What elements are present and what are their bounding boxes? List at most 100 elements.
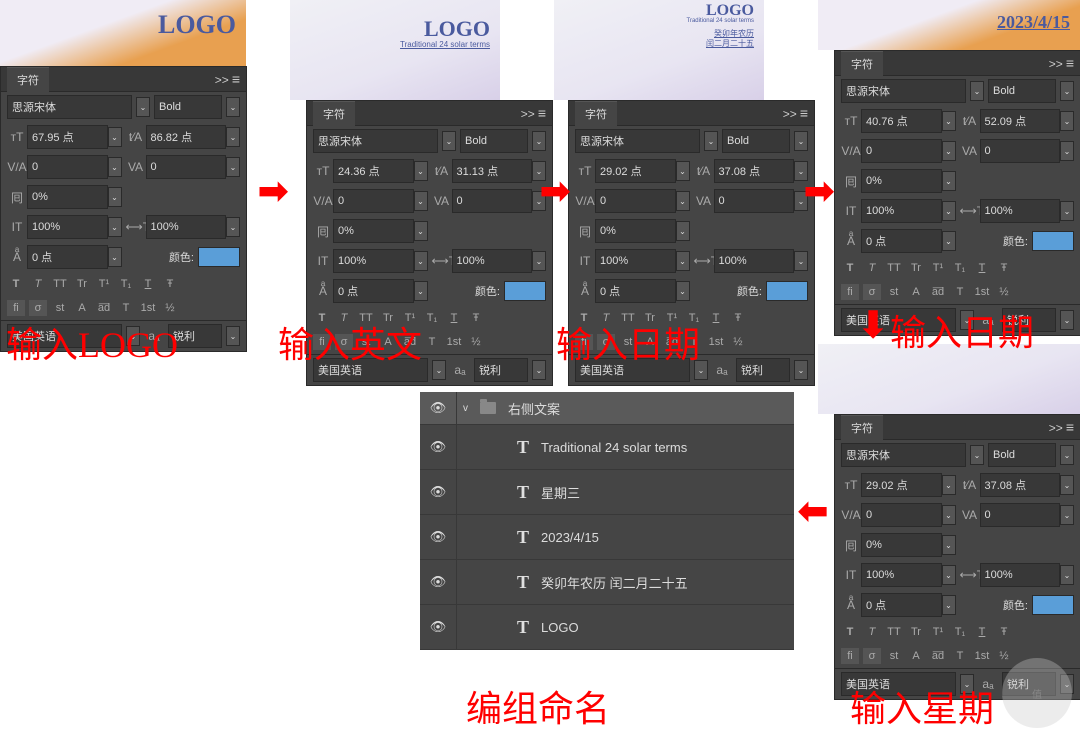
strikethrough-button[interactable]: Ŧ [729,310,747,326]
chevron-down-icon[interactable]: v [463,403,468,414]
alt-button[interactable]: σ [863,284,881,300]
subscript-button[interactable]: T₁ [117,276,135,292]
chevron-down-icon[interactable]: ⌄ [414,191,428,211]
chevron-down-icon[interactable]: ⌄ [532,131,546,151]
menu-icon[interactable]: ≡ [800,105,808,121]
disc-lig-button[interactable]: st [51,300,69,316]
chevron-down-icon[interactable]: ⌄ [108,187,122,207]
chevron-down-icon[interactable]: ⌄ [414,251,428,271]
chevron-down-icon[interactable]: ⌄ [1060,445,1074,465]
chevron-down-icon[interactable]: ⌄ [442,131,456,151]
subscript-button[interactable]: T₁ [951,260,969,276]
baseline-input[interactable]: 0 点 [27,245,108,269]
fraction-button[interactable]: ½ [995,284,1013,300]
chevron-down-icon[interactable]: ⌄ [532,251,546,271]
chevron-down-icon[interactable]: ⌄ [676,251,690,271]
text-color-swatch[interactable] [198,247,240,267]
leading-input[interactable]: 86.82 点 [146,125,227,149]
vertical-scale-input[interactable]: 100% [595,249,676,273]
tsume-input[interactable]: 0% [861,169,942,193]
ordinal-button[interactable]: 1st [973,284,991,300]
collapse-icon[interactable]: >> [1049,421,1063,435]
tracking-input[interactable]: 0 [980,503,1061,527]
font-size-input[interactable]: 29.02 点 [861,473,942,497]
chevron-down-icon[interactable]: ⌄ [1060,111,1074,131]
chevron-down-icon[interactable]: ⌄ [942,565,956,585]
superscript-button[interactable]: T¹ [929,624,947,640]
chevron-down-icon[interactable]: ⌄ [1060,565,1074,585]
chevron-down-icon[interactable]: ⌄ [226,127,240,147]
fraction-button[interactable]: ½ [995,648,1013,664]
horizontal-scale-input[interactable]: 100% [980,563,1061,587]
panel-title[interactable]: 字符 [841,51,883,76]
stylistic-button[interactable]: a͞d [929,284,947,300]
chevron-down-icon[interactable]: ⌄ [414,221,428,241]
layer-row[interactable]: 👁 T星期三 [420,470,794,515]
chevron-down-icon[interactable]: ⌄ [1060,141,1074,161]
tracking-input[interactable]: 0 [452,189,533,213]
disc-lig-button[interactable]: st [885,648,903,664]
tracking-input[interactable]: 0 [714,189,795,213]
font-weight-select[interactable]: Bold [154,95,222,119]
collapse-icon[interactable]: >> [1049,57,1063,71]
collapse-icon[interactable]: >> [521,107,535,121]
chevron-down-icon[interactable]: ⌄ [794,131,808,151]
chevron-down-icon[interactable]: ⌄ [532,360,546,380]
tracking-input[interactable]: 0 [146,155,227,179]
chevron-down-icon[interactable]: ⌄ [676,191,690,211]
vertical-scale-input[interactable]: 100% [333,249,414,273]
visibility-toggle[interactable]: 👁 [420,470,457,514]
font-family-select[interactable]: 思源宋体 [841,443,966,467]
layer-row[interactable]: 👁 TLOGO [420,605,794,650]
fraction-button[interactable]: ½ [467,334,485,350]
chevron-down-icon[interactable]: ⌄ [1060,505,1074,525]
fraction-button[interactable]: ½ [729,334,747,350]
stylistic-button[interactable]: a͞d [929,648,947,664]
subscript-button[interactable]: T₁ [423,310,441,326]
tsume-input[interactable]: 0% [333,219,414,243]
vertical-scale-input[interactable]: 100% [861,563,942,587]
chevron-down-icon[interactable]: ⌄ [942,505,956,525]
layer-group-row[interactable]: 👁 v 右侧文案 [420,392,794,425]
kerning-input[interactable]: 0 [27,155,108,179]
chevron-down-icon[interactable]: ⌄ [108,157,122,177]
collapse-icon[interactable]: >> [215,73,229,87]
layer-row[interactable]: 👁 T癸卯年农历 闰二月二十五 [420,560,794,605]
titling-button[interactable]: T [117,300,135,316]
allcaps-button[interactable]: TT [885,260,903,276]
italic-button[interactable]: T [29,276,47,292]
alt-button[interactable]: σ [29,300,47,316]
strikethrough-button[interactable]: Ŧ [467,310,485,326]
menu-icon[interactable]: ≡ [1066,419,1074,435]
baseline-input[interactable]: 0 点 [333,279,414,303]
kerning-input[interactable]: 0 [861,503,942,527]
ordinal-button[interactable]: 1st [973,648,991,664]
layer-row[interactable]: 👁 TTraditional 24 solar terms [420,425,794,470]
font-family-select[interactable]: 思源宋体 [841,79,966,103]
bold-button[interactable]: T [841,260,859,276]
chevron-down-icon[interactable]: ⌄ [970,81,984,101]
chevron-down-icon[interactable]: ⌄ [226,157,240,177]
chevron-down-icon[interactable]: ⌄ [432,360,446,380]
swash-button[interactable]: A [907,648,925,664]
baseline-input[interactable]: 0 点 [861,593,942,617]
titling-button[interactable]: T [951,648,969,664]
text-color-swatch[interactable] [1032,595,1074,615]
horizontal-scale-input[interactable]: 100% [980,199,1061,223]
vertical-scale-input[interactable]: 100% [27,215,108,239]
superscript-button[interactable]: T¹ [95,276,113,292]
strikethrough-button[interactable]: Ŧ [995,624,1013,640]
chevron-down-icon[interactable]: ⌄ [970,445,984,465]
chevron-down-icon[interactable]: ⌄ [676,281,690,301]
baseline-input[interactable]: 0 点 [861,229,942,253]
kerning-input[interactable]: 0 [333,189,414,213]
panel-title[interactable]: 字符 [7,67,49,92]
chevron-down-icon[interactable]: ⌄ [108,127,122,147]
horizontal-scale-input[interactable]: 100% [452,249,533,273]
smallcaps-button[interactable]: Tr [907,260,925,276]
underline-button[interactable]: T [445,310,463,326]
chevron-down-icon[interactable]: ⌄ [942,595,956,615]
tsume-input[interactable]: 0% [861,533,942,557]
chevron-down-icon[interactable]: ⌄ [942,141,956,161]
swash-button[interactable]: A [73,300,91,316]
